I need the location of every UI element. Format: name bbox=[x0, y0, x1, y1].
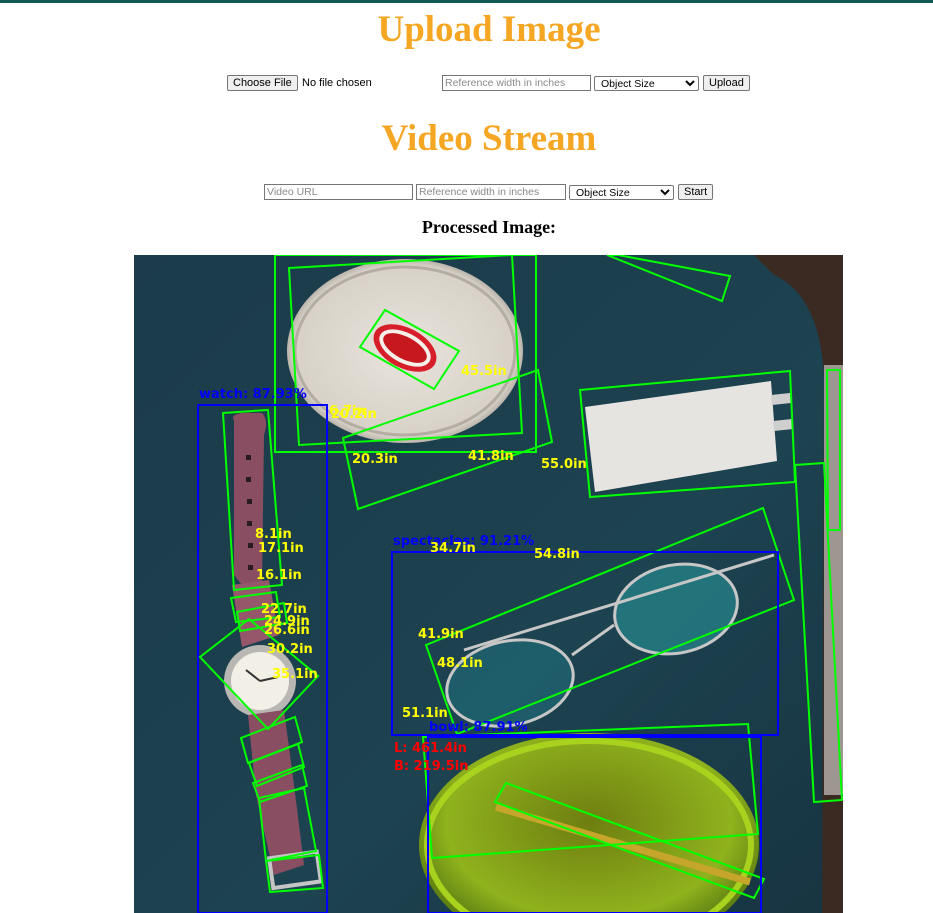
measurement-label: 51.1in bbox=[402, 706, 448, 721]
upload-form: Choose File No file chosen Object Size U… bbox=[0, 75, 933, 93]
upload-button[interactable]: Upload bbox=[703, 75, 750, 91]
measurement-label: 20.3in bbox=[352, 452, 398, 467]
measurement-label: 35.1in bbox=[272, 667, 318, 682]
video-url-input[interactable] bbox=[264, 184, 413, 200]
measurement-label: 30.2in bbox=[267, 642, 313, 657]
video-object-size-select[interactable]: Object Size bbox=[569, 185, 674, 200]
reference-width-input[interactable] bbox=[442, 75, 591, 91]
start-button[interactable]: Start bbox=[678, 184, 714, 200]
measurement-label: 34.7in bbox=[430, 541, 476, 556]
measurement-label: 41.8in bbox=[468, 449, 514, 464]
upload-title: Upload Image bbox=[377, 9, 601, 50]
measurement-label: 17.1in bbox=[258, 541, 304, 556]
file-status: No file chosen bbox=[302, 77, 372, 89]
measurement-label: 48.1in bbox=[437, 656, 483, 671]
measurement-label: 41.9in bbox=[418, 627, 464, 642]
length-label: L: 461.4in bbox=[394, 741, 467, 756]
measurement-label: 54.8in bbox=[534, 547, 580, 562]
video-reference-width-input[interactable] bbox=[416, 184, 566, 200]
measurement-label: 6.7in bbox=[329, 404, 366, 419]
measurement-label: 26.6in bbox=[264, 623, 310, 638]
choose-file-button[interactable]: Choose File bbox=[227, 75, 298, 91]
object-size-select[interactable]: Object Size bbox=[594, 76, 699, 91]
processed-image-canvas: watch: 87.93% spectacles: 91.21% bowl: 8… bbox=[134, 255, 843, 913]
measurement-label: 8.1in bbox=[255, 527, 292, 542]
detection-label-watch: watch: 87.93% bbox=[199, 387, 307, 402]
measurement-label: 55.0in bbox=[541, 457, 587, 472]
detection-label-bowl: bowl: 87.91% bbox=[429, 720, 528, 735]
measurement-label: 16.1in bbox=[256, 568, 302, 583]
video-form: Object Size Start bbox=[0, 184, 933, 202]
measurement-label: 45.5in bbox=[461, 364, 507, 379]
video-title: Video Stream bbox=[381, 118, 597, 159]
breadth-label: B: 219.5in bbox=[394, 759, 468, 774]
processed-image-title: Processed Image: bbox=[421, 217, 557, 237]
processed-image: watch: 87.93% spectacles: 91.21% bowl: 8… bbox=[134, 255, 843, 913]
